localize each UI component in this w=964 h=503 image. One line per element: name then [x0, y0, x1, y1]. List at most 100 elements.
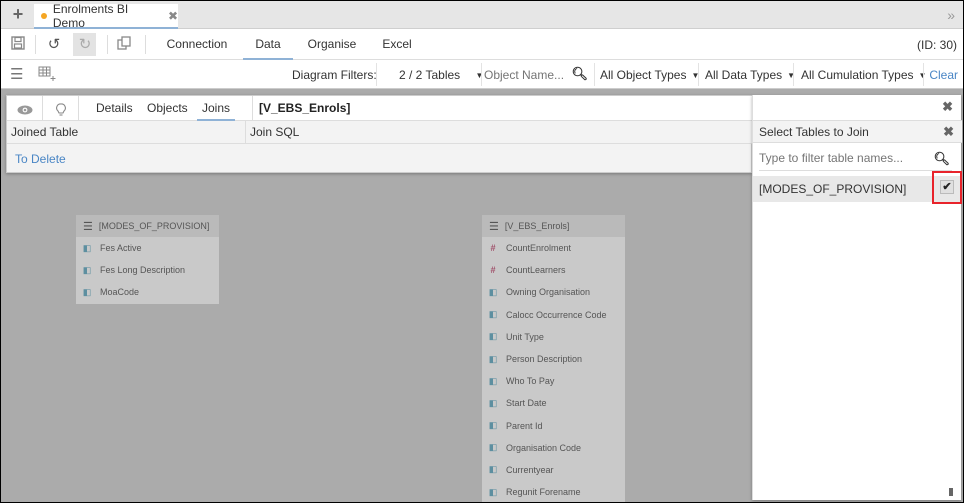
diagram-table-fields: ◧ Fes Active ◧ Fes Long Description ◧ MoaCode — [76, 237, 219, 304]
tab-details[interactable]: Details — [96, 96, 133, 121]
select-tables-title: Select Tables to Join — [759, 125, 869, 139]
search-icon[interactable]: 🔍︎ — [571, 66, 588, 82]
dimension-cube-icon: ◧ — [488, 286, 498, 297]
column-header-joined-table[interactable]: Joined Table — [7, 121, 78, 144]
diagram-field-name: CountLearners — [506, 265, 566, 276]
diagram-field[interactable]: ◧ Start Date — [482, 392, 625, 414]
diagram-table-v-ebs-enrols[interactable]: ☰ [V_EBS_Enrols] # CountEnrolment # CountLe… — [482, 215, 625, 502]
diagram-field[interactable]: # CountEnrolment — [482, 237, 625, 259]
menu-tab-data[interactable]: Data — [243, 29, 293, 60]
object-types-select[interactable]: All Object Types ▼ — [600, 68, 699, 82]
dimension-cube-icon: ◧ — [488, 309, 498, 320]
search-icon[interactable]: 🔍︎ — [933, 151, 950, 167]
document-tab[interactable]: Enrolments BI Demo ✖ — [34, 1, 178, 30]
diagram-field-name: Start Date — [506, 398, 547, 409]
diagram-field[interactable]: ◧ Who To Pay — [482, 370, 625, 392]
save-icon[interactable] — [9, 36, 27, 54]
diagram-table-name: [MODES_OF_PROVISION] — [98, 221, 210, 231]
toolbar-separator — [35, 35, 36, 54]
tab-joins[interactable]: Joins — [197, 96, 235, 121]
diagram-field-name: CountEnrolment — [506, 243, 572, 254]
menu-tab-organise[interactable]: Organise — [301, 29, 363, 60]
eye-icon[interactable] — [7, 96, 43, 121]
hamburger-icon[interactable]: ☰ — [83, 220, 93, 233]
diagram-field-name: Unit Type — [506, 331, 544, 342]
joins-grid-header: Joined Table Join SQL — [7, 121, 753, 144]
diagram-field-name: Owning Organisation — [506, 287, 591, 298]
redo-icon[interactable]: ↻ — [76, 36, 94, 54]
diagram-table-header[interactable]: ☰ [MODES_OF_PROVISION] — [76, 215, 219, 237]
close-icon[interactable]: ✖ — [943, 124, 954, 140]
filter-separator — [376, 63, 377, 86]
diagram-field[interactable]: ◧ MoaCode — [76, 281, 219, 303]
resize-handle[interactable] — [949, 488, 953, 496]
table-filter-input[interactable] — [759, 147, 929, 169]
table-filter-box: 🔍︎ — [759, 147, 952, 171]
document-id-label: (ID: 30) — [916, 38, 957, 52]
filter-separator — [793, 63, 794, 86]
diagram-field-name: Calocc Occurrence Code — [506, 309, 607, 320]
diagram-field[interactable]: ◧ Calocc Occurrence Code — [482, 304, 625, 326]
tab-objects[interactable]: Objects — [147, 96, 188, 121]
dimension-cube-icon: ◧ — [82, 264, 92, 275]
menu-tab-excel[interactable]: Excel — [375, 29, 419, 60]
diagram-field[interactable]: ◧ Regunit Forename — [482, 481, 625, 502]
hamburger-icon[interactable]: ☰ — [489, 220, 499, 233]
diagram-field[interactable]: ◧ Unit Type — [482, 326, 625, 348]
cumulation-types-select[interactable]: All Cumulation Types▼ — [801, 68, 926, 82]
diagram-field[interactable]: ◧ Parent Id — [482, 415, 625, 437]
column-header-join-sql[interactable]: Join SQL — [245, 121, 299, 144]
diagram-table-fields: # CountEnrolment # CountLearners ◧ Owning Org… — [482, 237, 625, 502]
document-tab-strip: + Enrolments BI Demo ✖ » — [1, 1, 963, 30]
tables-filter-select[interactable]: 2 / 2 Tables ▼ — [399, 68, 483, 82]
highlight-box: ✔ — [932, 171, 962, 204]
diagram-table-modes-of-provision[interactable]: ☰ [MODES_OF_PROVISION] ◧ Fes Active ◧ Fes L… — [76, 215, 219, 304]
filter-separator — [698, 63, 699, 86]
join-table-checkbox[interactable]: ✔ — [940, 180, 954, 194]
plus-icon[interactable]: + — [9, 5, 27, 23]
dimension-cube-icon: ◧ — [488, 397, 498, 408]
toolbar-separator — [145, 35, 146, 54]
data-types-select[interactable]: All Data Types ▼ — [705, 68, 795, 82]
diagram-field[interactable]: ◧ Organisation Code — [482, 437, 625, 459]
diagram-field[interactable]: ◧ Owning Organisation — [482, 281, 625, 303]
measure-hash-icon: # — [490, 243, 496, 254]
data-types-value: All Data Types — [705, 68, 783, 82]
lightbulb-icon[interactable] — [43, 96, 79, 121]
undo-icon[interactable]: ↺ — [45, 36, 63, 54]
diagram-field-name: Parent Id — [506, 420, 543, 431]
joins-panel: Details Objects Joins [V_EBS_Enrols] Joi… — [6, 95, 753, 173]
diagram-field-name: Who To Pay — [506, 376, 555, 387]
document-tab-title: Enrolments BI Demo — [52, 1, 129, 30]
hamburger-icon[interactable]: ☰ — [10, 65, 23, 83]
diagram-field-name: Regunit Forename — [506, 487, 581, 498]
tables-filter-value: 2 / 2 Tables — [399, 68, 461, 82]
diagram-field-name: Fes Long Description — [100, 265, 186, 276]
diagram-field[interactable]: ◧ Fes Active — [76, 237, 219, 259]
dimension-cube-icon: ◧ — [82, 286, 92, 297]
filter-separator — [481, 63, 482, 86]
diagram-field-name: Organisation Code — [506, 442, 582, 453]
cumulation-types-value: All Cumulation Types — [801, 68, 914, 82]
dimension-cube-icon: ◧ — [82, 242, 92, 253]
panel-tab-bar: Details Objects Joins [V_EBS_Enrols] — [7, 96, 753, 121]
join-table-list-item[interactable]: [MODES_OF_PROVISION] ✔ — [753, 171, 962, 204]
clear-filters-link[interactable]: Clear — [929, 68, 958, 82]
join-table-name: [MODES_OF_PROVISION] — [759, 182, 907, 196]
object-name-search: 🔍︎ — [484, 64, 592, 85]
measure-hash-icon: # — [490, 265, 496, 276]
close-icon[interactable]: ✖ — [168, 9, 178, 23]
object-name-input[interactable] — [484, 64, 570, 85]
close-icon[interactable]: ✖ — [942, 99, 953, 115]
diagram-field[interactable]: ◧ Fes Long Description — [76, 259, 219, 281]
diagram-field[interactable]: ◧ Person Description — [482, 348, 625, 370]
filter-separator — [923, 63, 924, 86]
double-chevron-right-icon[interactable]: » — [947, 7, 955, 23]
menu-tab-connection[interactable]: Connection — [161, 29, 233, 60]
diagram-field[interactable]: # CountLearners — [482, 259, 625, 281]
diagram-table-header[interactable]: ☰ [V_EBS_Enrols] — [482, 215, 625, 237]
add-table-icon[interactable] — [38, 66, 56, 86]
diagram-field[interactable]: ◧ Currentyear — [482, 459, 625, 481]
copy-icon[interactable] — [115, 36, 133, 54]
joined-table-link[interactable]: To Delete — [15, 152, 66, 166]
